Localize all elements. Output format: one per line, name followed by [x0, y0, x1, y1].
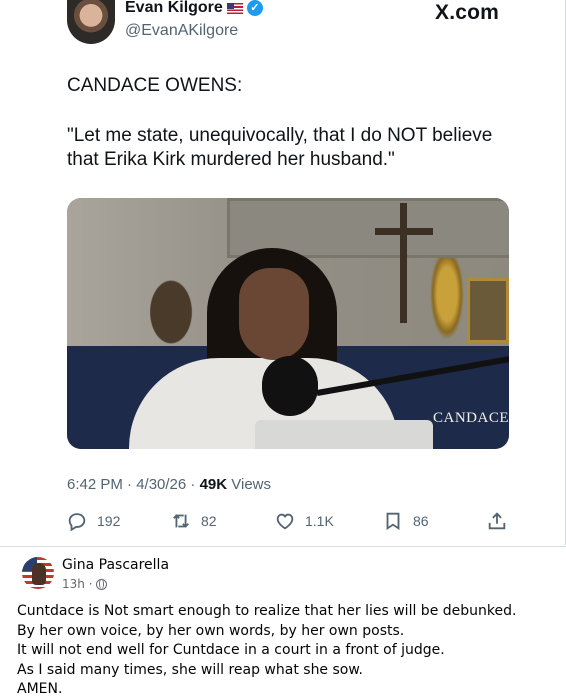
- author-avatar[interactable]: [67, 0, 115, 44]
- commenter-name[interactable]: Gina Pascarella: [62, 557, 169, 573]
- source-logo: X.com: [435, 1, 500, 24]
- repost-count: 82: [201, 513, 217, 529]
- media-crucifix-bar: [375, 228, 433, 235]
- comment-post: Gina Pascarella 13h · Cuntdace is Not sm…: [0, 547, 566, 700]
- tweet-text-heading: CANDACE OWENS:: [67, 75, 243, 96]
- tweet-card: Evan Kilgore ✓ @EvanAKilgore X.com CANDA…: [0, 0, 566, 545]
- media-picture-frame: [467, 278, 509, 343]
- comment-line: As I said many times, she will reap what…: [17, 661, 363, 678]
- repost-icon: [173, 514, 189, 528]
- media-laptop: [255, 420, 433, 449]
- repost-button[interactable]: 82: [170, 510, 217, 532]
- views-label: Views: [227, 476, 272, 493]
- author-handle[interactable]: @EvanAKilgore: [125, 22, 238, 40]
- author-name[interactable]: Evan Kilgore: [125, 0, 223, 17]
- share-icon: [488, 512, 506, 530]
- tweet-meta: 6:42 PM · 4/30/26 · 49K Views: [67, 476, 271, 493]
- comment-time-row: 13h ·: [62, 577, 107, 591]
- media-crucifix: [400, 203, 407, 323]
- globe-icon: [95, 578, 107, 590]
- like-count: 1.1K: [305, 513, 334, 529]
- media-watermark: CANDACE: [433, 410, 509, 426]
- reply-count: 192: [97, 513, 121, 529]
- bookmark-button[interactable]: 86: [382, 510, 429, 532]
- verified-icon: ✓: [246, 0, 263, 16]
- comment-body: Cuntdace is Not smart enough to realize …: [17, 602, 516, 700]
- media-horse-statue: [135, 258, 207, 348]
- tweet-timestamp[interactable]: 6:42 PM · 4/30/26 ·: [67, 476, 200, 493]
- bookmark-icon: [386, 512, 400, 531]
- views-count: 49K: [199, 476, 228, 493]
- comment-line: By her own voice, by her own words, by h…: [17, 622, 405, 639]
- comment-line: Cuntdace is Not smart enough to realize …: [17, 603, 517, 619]
- like-button[interactable]: 1.1K: [274, 510, 334, 532]
- reply-icon: [68, 513, 86, 532]
- flag-icon: [226, 2, 243, 14]
- tweet-media-image[interactable]: CANDACE: [67, 198, 509, 449]
- like-icon: [276, 513, 294, 530]
- tweet-text-quote: "Let me state, unequivocally, that I do …: [67, 125, 493, 170]
- share-button[interactable]: [486, 510, 508, 532]
- author-name-row[interactable]: Evan Kilgore ✓: [125, 0, 263, 17]
- comment-line: It will not end well for Cuntdace in a c…: [17, 642, 445, 658]
- bookmark-count: 86: [413, 513, 429, 529]
- commenter-avatar[interactable]: [22, 557, 54, 589]
- comment-time[interactable]: 13h ·: [62, 577, 93, 591]
- media-microphone: [262, 356, 318, 416]
- media-gold-ornament: [427, 258, 467, 348]
- reply-button[interactable]: 192: [66, 510, 120, 532]
- comment-line: AMEN.: [17, 681, 63, 697]
- tweet-actions: 192 82 1.1K 86: [66, 510, 512, 534]
- media-person-face: [239, 268, 309, 360]
